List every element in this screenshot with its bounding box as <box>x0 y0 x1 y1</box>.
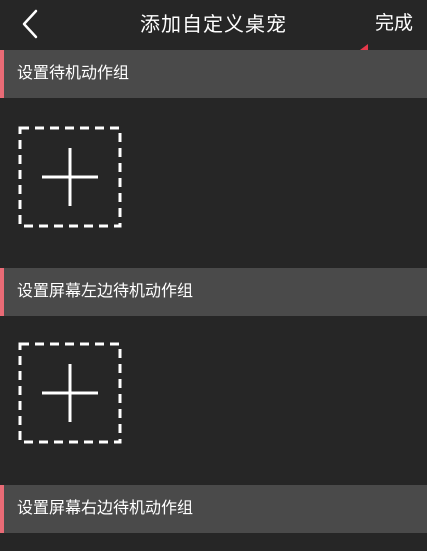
section-header-idle: 设置待机动作组 <box>0 50 427 98</box>
add-action-button-idle[interactable] <box>18 126 122 228</box>
add-action-button-left[interactable] <box>18 342 122 444</box>
section-body-right <box>0 533 427 551</box>
plus-icon <box>18 126 122 228</box>
section-label-idle: 设置待机动作组 <box>17 63 130 82</box>
section-body-left <box>0 316 427 485</box>
section-header-right: 设置屏幕右边待机动作组 <box>0 485 427 533</box>
page-title: 添加自定义桌宠 <box>140 12 287 36</box>
section-label-left: 设置屏幕左边待机动作组 <box>17 281 194 300</box>
section-label-right: 设置屏幕右边待机动作组 <box>17 498 194 517</box>
section-header-left: 设置屏幕左边待机动作组 <box>0 268 427 316</box>
section-body-idle <box>0 98 427 268</box>
done-button[interactable]: 完成 <box>375 10 413 36</box>
plus-icon <box>18 342 122 444</box>
